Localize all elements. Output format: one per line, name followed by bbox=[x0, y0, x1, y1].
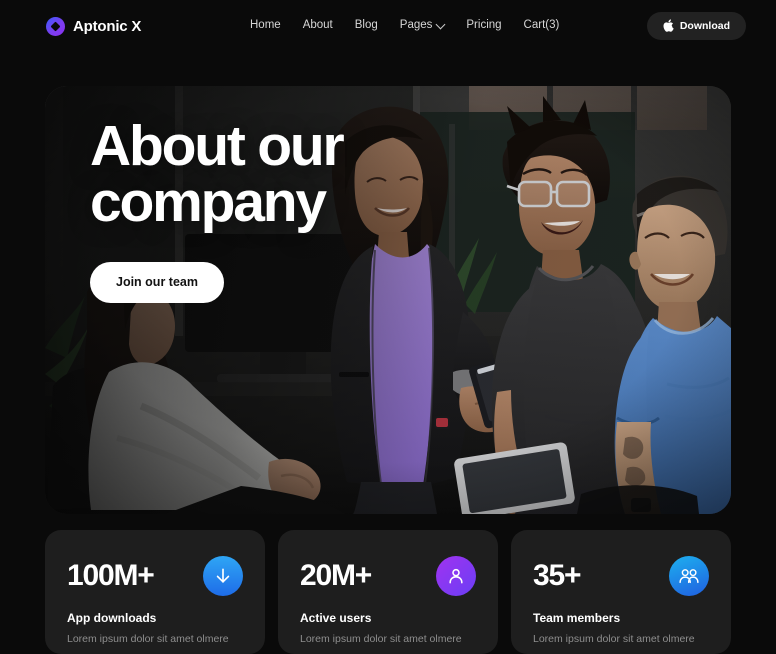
nav-label-cart: Cart(3) bbox=[523, 19, 560, 32]
nav-item-blog[interactable]: Blog bbox=[355, 20, 378, 32]
stat-card-app-downloads: 100M+ App downloads Lorem ipsum dolor si… bbox=[45, 530, 265, 654]
brand-logo[interactable]: Aptonic X bbox=[46, 16, 142, 36]
stat-card-team-members: 35+ Team members Lorem ipsum dolor sit a… bbox=[511, 530, 731, 654]
users-group-icon bbox=[669, 556, 709, 596]
stat-label: Team members bbox=[533, 611, 621, 625]
hero-content: About our company Join our team bbox=[90, 118, 345, 303]
nav-item-pages[interactable]: Pages bbox=[399, 19, 446, 32]
brand-name: Aptonic X bbox=[73, 17, 142, 35]
nav-label-blog: Blog bbox=[354, 19, 378, 32]
nav-item-pricing[interactable]: Pricing bbox=[466, 20, 501, 32]
download-button-label: Download bbox=[679, 20, 730, 32]
page-root: Aptonic X Home About Blog Pages Pricing … bbox=[0, 0, 776, 654]
diamond-logo-icon bbox=[46, 16, 65, 36]
stat-top-row: 20M+ bbox=[300, 556, 476, 596]
nav-label-pages: Pages bbox=[399, 19, 433, 32]
site-header: Aptonic X Home About Blog Pages Pricing … bbox=[0, 0, 776, 52]
nav-item-cart[interactable]: Cart(3) bbox=[524, 20, 560, 32]
apple-logo-icon bbox=[663, 18, 674, 34]
stats-section: 100M+ App downloads Lorem ipsum dolor si… bbox=[45, 530, 731, 654]
nav-label-pricing: Pricing bbox=[466, 19, 502, 32]
nav-label-about: About bbox=[302, 19, 333, 32]
stat-value: 35+ bbox=[533, 559, 582, 592]
stat-label: Active users bbox=[300, 611, 372, 625]
download-arrow-icon bbox=[203, 556, 243, 596]
nav-item-about[interactable]: About bbox=[303, 20, 333, 32]
stat-description: Lorem ipsum dolor sit amet olmere bbox=[533, 633, 695, 645]
main-navigation: Home About Blog Pages Pricing Cart(3) bbox=[250, 0, 559, 52]
join-our-team-button[interactable]: Join our team bbox=[90, 261, 224, 303]
stat-description: Lorem ipsum dolor sit amet olmere bbox=[67, 633, 229, 645]
page-title: About our company bbox=[90, 118, 345, 234]
download-button[interactable]: Download bbox=[646, 12, 746, 40]
stat-description: Lorem ipsum dolor sit amet olmere bbox=[300, 633, 462, 645]
stat-label: App downloads bbox=[67, 611, 157, 625]
stat-top-row: 35+ bbox=[533, 556, 709, 596]
stat-top-row: 100M+ bbox=[67, 556, 243, 596]
chevron-down-icon bbox=[435, 19, 446, 29]
user-icon bbox=[436, 556, 476, 596]
stat-value: 20M+ bbox=[300, 559, 372, 592]
stat-card-active-users: 20M+ Active users Lorem ipsum dolor sit … bbox=[278, 530, 498, 654]
hero-title-line-1: About our bbox=[90, 114, 345, 178]
join-our-team-label: Join our team bbox=[116, 275, 198, 290]
nav-label-home: Home bbox=[250, 19, 281, 32]
stat-value: 100M+ bbox=[67, 559, 155, 592]
hero-title-line-2: company bbox=[90, 169, 327, 234]
hero-section: About our company Join our team bbox=[45, 86, 731, 514]
nav-item-home[interactable]: Home bbox=[250, 20, 281, 32]
